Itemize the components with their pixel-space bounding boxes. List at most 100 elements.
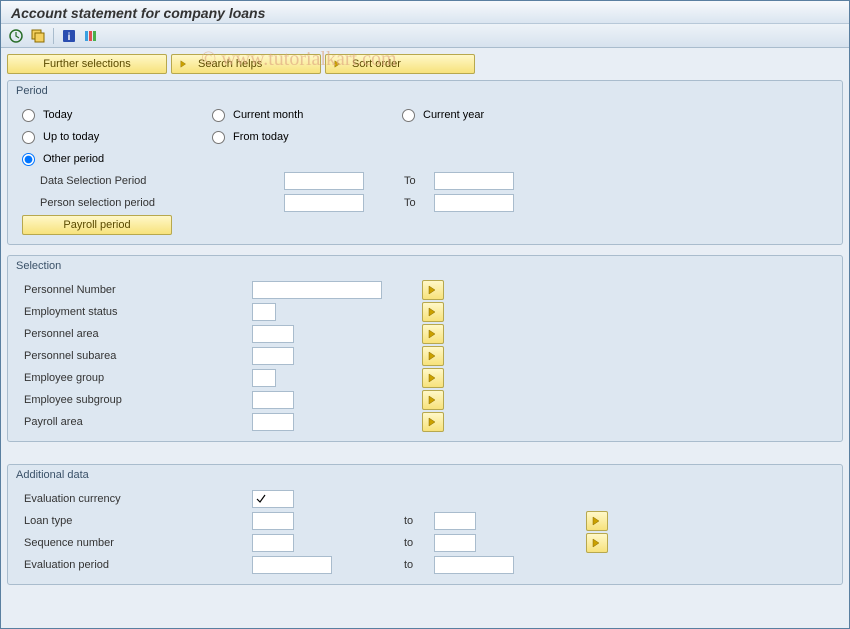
radio-current-year-label: Current year bbox=[423, 109, 484, 121]
radio-today-label: Today bbox=[43, 109, 72, 121]
radio-current-month[interactable]: Current month bbox=[212, 109, 402, 122]
selection-row: Employment status bbox=[22, 301, 828, 323]
arrow-right-icon bbox=[428, 329, 438, 339]
further-selections-label: Further selections bbox=[43, 58, 130, 70]
period-legend: Period bbox=[14, 83, 836, 100]
selection-input[interactable] bbox=[252, 325, 294, 343]
arrow-right-icon bbox=[428, 395, 438, 405]
selection-label: Personnel Number bbox=[22, 284, 172, 296]
sort-order-button[interactable]: Sort order bbox=[325, 54, 475, 74]
toolbar-sep bbox=[53, 28, 54, 44]
sequence-to-input[interactable] bbox=[434, 534, 476, 552]
selection-legend: Selection bbox=[14, 258, 836, 275]
person-sel-from-input[interactable] bbox=[284, 194, 364, 212]
sort-order-label: Sort order bbox=[352, 58, 401, 70]
radio-up-to-today-label: Up to today bbox=[43, 131, 99, 143]
payroll-period-label: Payroll period bbox=[63, 219, 130, 231]
eval-period-label: Evaluation period bbox=[22, 559, 172, 571]
selection-row: Personnel area bbox=[22, 323, 828, 345]
eval-currency-input[interactable] bbox=[252, 490, 294, 508]
window-title: Account statement for company loans bbox=[11, 5, 265, 21]
data-sel-label: Data Selection Period bbox=[22, 175, 172, 187]
sequence-multi-button[interactable] bbox=[586, 533, 608, 553]
search-helps-button[interactable]: Search helps bbox=[171, 54, 321, 74]
person-sel-to-label: To bbox=[404, 197, 434, 209]
person-sel-label: Person selection period bbox=[22, 197, 172, 209]
selection-input[interactable] bbox=[252, 303, 276, 321]
selection-group: Selection Personnel Number Employment sta… bbox=[7, 255, 843, 442]
arrow-right-icon bbox=[592, 516, 602, 526]
arrow-right-icon bbox=[428, 373, 438, 383]
radio-today[interactable]: Today bbox=[22, 109, 212, 122]
app-window: Account statement for company loans i © … bbox=[0, 0, 850, 629]
person-sel-to-input[interactable] bbox=[434, 194, 514, 212]
loan-type-to-input[interactable] bbox=[434, 512, 476, 530]
selection-label: Payroll area bbox=[22, 416, 172, 428]
sequence-label: Sequence number bbox=[22, 537, 172, 549]
period-group: Period Today Current month Current year … bbox=[7, 80, 843, 245]
action-button-row: Further selections Search helps Sort ord… bbox=[7, 54, 843, 74]
svg-text:i: i bbox=[68, 32, 71, 43]
selection-label: Personnel subarea bbox=[22, 350, 172, 362]
multi-select-button[interactable] bbox=[422, 390, 444, 410]
radio-other-period-label: Other period bbox=[43, 153, 104, 165]
radio-current-month-label: Current month bbox=[233, 109, 303, 121]
sequence-from-input[interactable] bbox=[252, 534, 294, 552]
radio-from-today-label: From today bbox=[233, 131, 289, 143]
loan-type-to-label: to bbox=[404, 515, 434, 527]
variant-icon[interactable] bbox=[29, 27, 47, 45]
selection-input[interactable] bbox=[252, 413, 294, 431]
arrow-right-icon bbox=[428, 417, 438, 427]
sequence-to-label: to bbox=[404, 537, 434, 549]
selection-label: Personnel area bbox=[22, 328, 172, 340]
selection-row: Personnel Number bbox=[22, 279, 828, 301]
execute-icon[interactable] bbox=[7, 27, 25, 45]
loan-type-from-input[interactable] bbox=[252, 512, 294, 530]
eval-period-to-label: to bbox=[404, 559, 434, 571]
payroll-period-button[interactable]: Payroll period bbox=[22, 215, 172, 235]
arrow-right-icon bbox=[180, 60, 188, 68]
search-helps-label: Search helps bbox=[198, 58, 262, 70]
selection-row: Employee group bbox=[22, 367, 828, 389]
additional-legend: Additional data bbox=[14, 467, 836, 484]
selection-row: Personnel subarea bbox=[22, 345, 828, 367]
further-selections-button[interactable]: Further selections bbox=[7, 54, 167, 74]
multi-select-button[interactable] bbox=[422, 302, 444, 322]
selection-label: Employment status bbox=[22, 306, 172, 318]
layout-icon[interactable] bbox=[82, 27, 100, 45]
multi-select-button[interactable] bbox=[422, 412, 444, 432]
additional-group: Additional data Evaluation currency Loan… bbox=[7, 464, 843, 585]
selection-row: Payroll area bbox=[22, 411, 828, 433]
multi-select-button[interactable] bbox=[422, 324, 444, 344]
selection-input[interactable] bbox=[252, 347, 294, 365]
arrow-right-icon bbox=[592, 538, 602, 548]
arrow-right-icon bbox=[428, 307, 438, 317]
arrow-right-icon bbox=[428, 351, 438, 361]
selection-label: Employee subgroup bbox=[22, 394, 172, 406]
multi-select-button[interactable] bbox=[422, 346, 444, 366]
loan-type-label: Loan type bbox=[22, 515, 172, 527]
data-sel-to-label: To bbox=[404, 175, 434, 187]
radio-up-to-today[interactable]: Up to today bbox=[22, 131, 212, 144]
selection-input[interactable] bbox=[252, 369, 276, 387]
eval-period-to-input[interactable] bbox=[434, 556, 514, 574]
body: © www.tutorialkart.com Further selection… bbox=[1, 48, 849, 628]
selection-row: Employee subgroup bbox=[22, 389, 828, 411]
data-sel-to-input[interactable] bbox=[434, 172, 514, 190]
eval-currency-label: Evaluation currency bbox=[22, 493, 172, 505]
selection-label: Employee group bbox=[22, 372, 172, 384]
eval-period-from-input[interactable] bbox=[252, 556, 332, 574]
arrow-right-icon bbox=[334, 60, 342, 68]
radio-from-today[interactable]: From today bbox=[212, 131, 402, 144]
multi-select-button[interactable] bbox=[422, 280, 444, 300]
multi-select-button[interactable] bbox=[422, 368, 444, 388]
radio-other-period[interactable]: Other period bbox=[22, 153, 212, 166]
radio-current-year[interactable]: Current year bbox=[402, 109, 592, 122]
selection-input[interactable] bbox=[252, 281, 382, 299]
data-sel-from-input[interactable] bbox=[284, 172, 364, 190]
selection-input[interactable] bbox=[252, 391, 294, 409]
title-bar: Account statement for company loans bbox=[1, 1, 849, 24]
info-icon[interactable]: i bbox=[60, 27, 78, 45]
loan-type-multi-button[interactable] bbox=[586, 511, 608, 531]
arrow-right-icon bbox=[428, 285, 438, 295]
